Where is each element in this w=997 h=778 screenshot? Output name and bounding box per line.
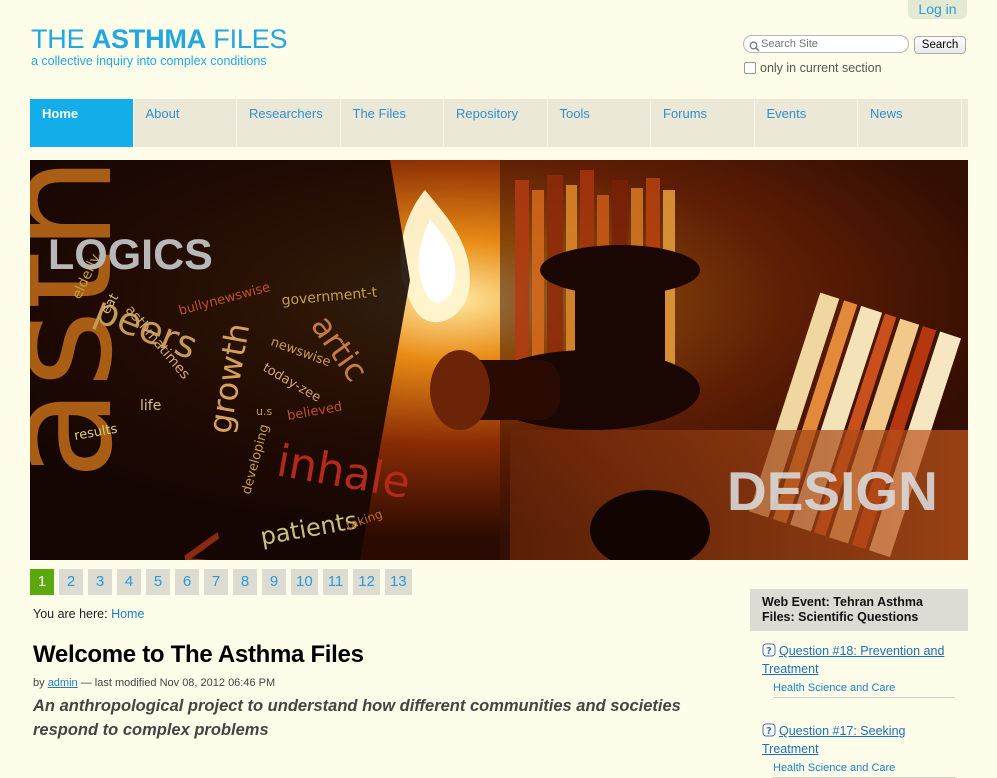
sidebar-question-title[interactable]: Question #18: Prevention and Treatment (762, 644, 944, 676)
nav-home[interactable]: Home (30, 99, 134, 147)
pager-page-10[interactable]: 10 (291, 569, 318, 595)
current-section-checkbox[interactable] (744, 62, 756, 74)
banner-image: asth vitam peers growth inhale patients … (30, 160, 968, 560)
pager-page-3[interactable]: 3 (88, 569, 112, 595)
breadcrumb: You are here: Home (33, 607, 144, 621)
svg-text:?: ? (766, 646, 772, 657)
current-section-label: only in current section (760, 61, 882, 75)
pager-page-11[interactable]: 11 (322, 569, 349, 595)
site-logo[interactable]: THE ASTHMA FILES a collective inquiry in… (31, 24, 288, 68)
nav-repository[interactable]: Repository (444, 99, 548, 147)
main-navigation: Home About Researchers The Files Reposit… (30, 99, 968, 147)
sidebar-question-link[interactable]: ? Question #18: Prevention and Treatment (762, 643, 962, 677)
banner-heading-design: DESIGN (727, 460, 938, 522)
pager-page-5[interactable]: 5 (146, 569, 170, 595)
sidebar-list-item: ? Question #18: Prevention and Treatment … (762, 643, 962, 698)
breadcrumb-home-link[interactable]: Home (111, 607, 144, 621)
logo-title: THE ASTHMA FILES (31, 24, 288, 54)
logo-tagline: a collective inquiry into complex condit… (31, 54, 267, 68)
sidebar-question-link[interactable]: ? Question #17: Seeking Treatment (762, 723, 962, 757)
pager-page-6[interactable]: 6 (175, 569, 199, 595)
question-icon: ? (762, 723, 776, 741)
pager-page-9[interactable]: 9 (262, 569, 286, 595)
nav-tools[interactable]: Tools (548, 99, 651, 147)
byline-prefix: by (33, 677, 48, 689)
pager-page-2[interactable]: 2 (59, 569, 83, 595)
nav-researchers[interactable]: Researchers (237, 99, 341, 147)
modified-date: — last modified Nov 08, 2012 06:46 PM (77, 677, 276, 689)
nav-events[interactable]: Events (755, 99, 858, 147)
pager-page-1[interactable]: 1 (30, 569, 54, 595)
nav-forums[interactable]: Forums (651, 99, 755, 147)
pager-page-4[interactable]: 4 (117, 569, 141, 595)
banner-pager: 1 2 3 4 5 6 7 8 9 10 11 12 13 (30, 569, 412, 595)
svg-text:?: ? (766, 726, 772, 737)
page-description: An anthropological project to understand… (33, 697, 681, 739)
sidebar-item-category[interactable]: Health Science and Care (773, 682, 955, 698)
nav-news[interactable]: News (858, 99, 962, 147)
banner-word-life: life (140, 398, 161, 414)
pager-page-8[interactable]: 8 (233, 569, 257, 595)
question-icon: ? (762, 643, 776, 661)
byline: by admin — last modified Nov 08, 2012 06… (33, 677, 275, 689)
sidebar-question-title[interactable]: Question #17: Seeking Treatment (762, 724, 905, 756)
sidebar-list-item: ? Question #17: Seeking Treatment Health … (762, 723, 962, 778)
featured-banner[interactable]: asth vitam peers growth inhale patients … (30, 160, 968, 560)
current-section-option[interactable]: only in current section (744, 61, 882, 75)
search-field[interactable] (743, 35, 909, 53)
pager-page-12[interactable]: 12 (353, 569, 380, 595)
search-icon (749, 39, 760, 57)
banner-word-us: u.s (256, 405, 272, 418)
sidebar-item-category[interactable]: Health Science and Care (773, 762, 955, 778)
pager-page-7[interactable]: 7 (204, 569, 228, 595)
author-link[interactable]: admin (48, 677, 78, 689)
banner-heading-logics: LOGICS (48, 231, 213, 279)
search-input[interactable] (761, 36, 901, 52)
nav-the-files[interactable]: The Files (341, 99, 444, 147)
search-button[interactable]: Search (914, 36, 966, 54)
pager-page-13[interactable]: 13 (384, 569, 412, 595)
login-link[interactable]: Log in (908, 0, 967, 19)
page-title: Welcome to The Asthma Files (33, 641, 364, 668)
sidebar-portlet-heading[interactable]: Web Event: Tehran Asthma Files: Scientif… (750, 589, 968, 631)
nav-about[interactable]: About (134, 99, 237, 147)
breadcrumb-prefix: You are here: (33, 607, 112, 621)
